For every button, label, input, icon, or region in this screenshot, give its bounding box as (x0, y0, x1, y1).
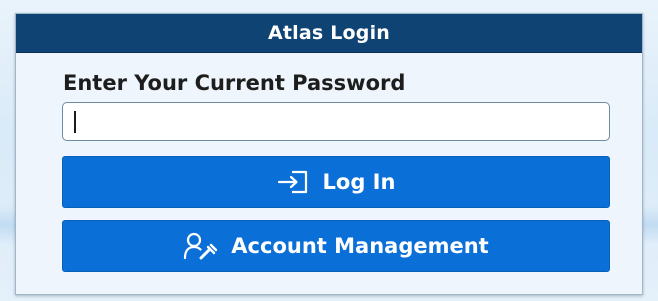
user-manage-icon (183, 232, 219, 260)
password-input[interactable] (62, 102, 610, 141)
sign-in-icon (277, 169, 311, 195)
title-bar: Atlas Login (16, 14, 642, 53)
dialog-title: Atlas Login (267, 22, 391, 44)
text-caret (74, 111, 76, 133)
login-dialog: Atlas Login Enter Your Current Password … (15, 13, 643, 295)
account-management-button[interactable]: Account Management (62, 220, 610, 272)
log-in-label: Log In (322, 170, 396, 194)
account-management-label: Account Management (231, 234, 489, 258)
password-prompt-label: Enter Your Current Password (63, 71, 406, 95)
log-in-button[interactable]: Log In (62, 156, 610, 208)
